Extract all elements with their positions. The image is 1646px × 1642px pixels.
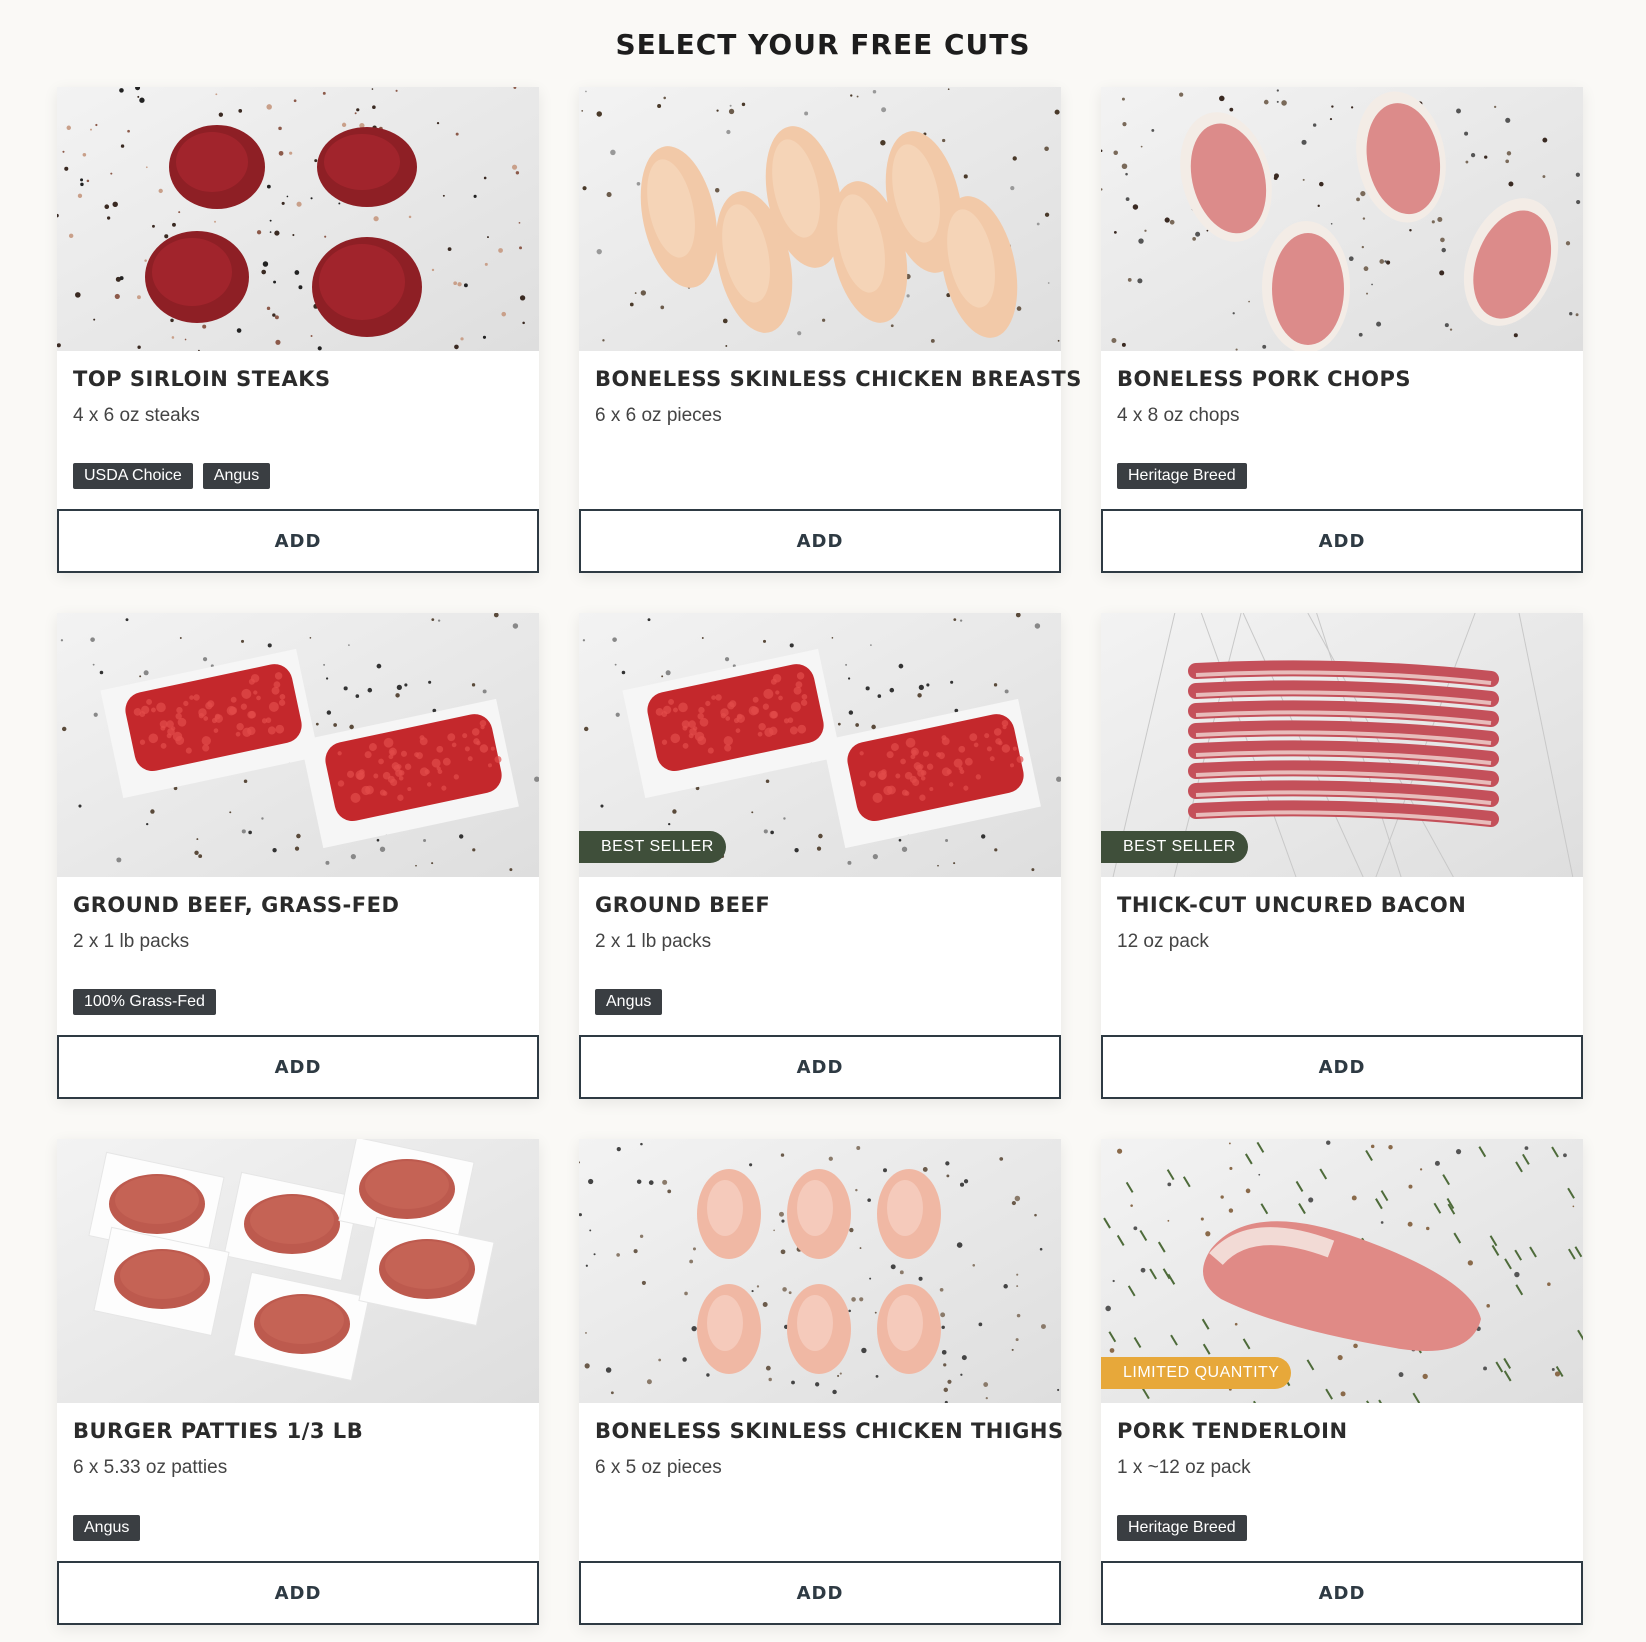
product-card-2: BONELESS SKINLESS CHICKEN BREASTS 6 x 6 … <box>579 87 1081 573</box>
chicken-thigh-photo-art <box>579 1139 1061 1403</box>
product-card-4: GROUND BEEF, GRASS-FED 2 x 1 lb packs 10… <box>57 613 539 1099</box>
product-detail: 2 x 1 lb packs <box>73 931 190 952</box>
product-card-6: BEST SELLER THICK-CUT UNCURED BACON 12 o… <box>1101 613 1583 1099</box>
product-title: BONELESS SKINLESS CHICKEN THIGHS <box>595 1419 1064 1443</box>
add-button-7[interactable]: ADD <box>57 1561 539 1625</box>
badge-list: 100% Grass-Fed <box>73 989 216 1015</box>
add-button-4[interactable]: ADD <box>57 1035 539 1099</box>
product-card-3: BONELESS PORK CHOPS 4 x 8 oz chops Herit… <box>1101 87 1583 573</box>
product-title: THICK-CUT UNCURED BACON <box>1117 893 1467 917</box>
bacon-photo[interactable]: BEST SELLER <box>1101 613 1583 877</box>
add-button-1[interactable]: ADD <box>57 509 539 573</box>
chicken-breast-photo-art <box>579 87 1061 351</box>
product-title: BONELESS PORK CHOPS <box>1117 367 1411 391</box>
product-detail: 12 oz pack <box>1117 931 1209 952</box>
burger-patty-photo[interactable] <box>57 1139 539 1403</box>
pork-chop-photo[interactable] <box>1101 87 1583 351</box>
badge-list: Angus <box>595 989 663 1015</box>
product-detail: 6 x 5 oz pieces <box>595 1457 722 1478</box>
product-card-9: LIMITED QUANTITY PORK TENDERLOIN 1 x ~12… <box>1101 1139 1583 1625</box>
badge-list: Heritage Breed <box>1117 463 1247 489</box>
product-card-7: BURGER PATTIES 1/3 LB 6 x 5.33 oz pattie… <box>57 1139 539 1625</box>
product-detail: 2 x 1 lb packs <box>595 931 712 952</box>
ground-beef-photo-art <box>57 613 539 877</box>
product-detail: 6 x 6 oz pieces <box>595 405 722 426</box>
badge-list: USDA Choice Angus <box>73 463 271 489</box>
page-title: SELECT YOUR FREE CUTS <box>615 28 1031 61</box>
add-button-5[interactable]: ADD <box>579 1035 1061 1099</box>
product-badge: Angus <box>202 463 271 489</box>
badge-list: Heritage Breed <box>1117 1515 1247 1541</box>
add-button-9[interactable]: ADD <box>1101 1561 1583 1625</box>
product-title: BURGER PATTIES 1/3 LB <box>73 1419 364 1443</box>
badge-list: Angus <box>73 1515 141 1541</box>
product-badge: Angus <box>73 1515 141 1541</box>
add-button-3[interactable]: ADD <box>1101 509 1583 573</box>
product-detail: 6 x 5.33 oz patties <box>73 1457 228 1478</box>
best-seller-flag: BEST SELLER <box>579 831 726 863</box>
steak-photo[interactable] <box>57 87 539 351</box>
chicken-breast-photo[interactable] <box>579 87 1061 351</box>
product-badge: Angus <box>595 989 663 1015</box>
add-button-2[interactable]: ADD <box>579 509 1061 573</box>
product-card-8: BONELESS SKINLESS CHICKEN THIGHS 6 x 5 o… <box>579 1139 1064 1625</box>
product-badge: Heritage Breed <box>1117 1515 1247 1541</box>
burger-patty-photo-art <box>57 1139 539 1403</box>
product-grid: TOP SIRLOIN STEAKS 4 x 6 oz steaks USDA … <box>57 87 1583 1625</box>
limited-quantity-flag: LIMITED QUANTITY <box>1101 1357 1292 1389</box>
product-title: BONELESS SKINLESS CHICKEN BREASTS <box>595 367 1082 391</box>
pork-chop-photo-art <box>1101 87 1583 351</box>
product-title: GROUND BEEF, GRASS-FED <box>73 893 400 917</box>
ground-beef-photo[interactable]: BEST SELLER <box>579 613 1061 877</box>
product-badge: 100% Grass-Fed <box>73 989 216 1015</box>
product-detail: 1 x ~12 oz pack <box>1117 1457 1251 1478</box>
best-seller-flag: BEST SELLER <box>1101 831 1248 863</box>
product-title: PORK TENDERLOIN <box>1117 1419 1348 1443</box>
product-badge: USDA Choice <box>73 463 193 489</box>
product-badge: Heritage Breed <box>1117 463 1247 489</box>
product-title: TOP SIRLOIN STEAKS <box>73 367 331 391</box>
add-button-8[interactable]: ADD <box>579 1561 1061 1625</box>
product-detail: 4 x 8 oz chops <box>1117 405 1240 426</box>
product-card-1: TOP SIRLOIN STEAKS 4 x 6 oz steaks USDA … <box>57 87 539 573</box>
product-detail: 4 x 6 oz steaks <box>73 405 200 426</box>
ground-beef-photo[interactable] <box>57 613 539 877</box>
pork-tenderloin-photo[interactable]: LIMITED QUANTITY <box>1101 1139 1583 1403</box>
product-title: GROUND BEEF <box>595 893 771 917</box>
steak-photo-art <box>57 87 539 351</box>
product-card-5: BEST SELLER GROUND BEEF 2 x 1 lb packs A… <box>579 613 1061 1099</box>
chicken-thigh-photo[interactable] <box>579 1139 1061 1403</box>
add-button-6[interactable]: ADD <box>1101 1035 1583 1099</box>
